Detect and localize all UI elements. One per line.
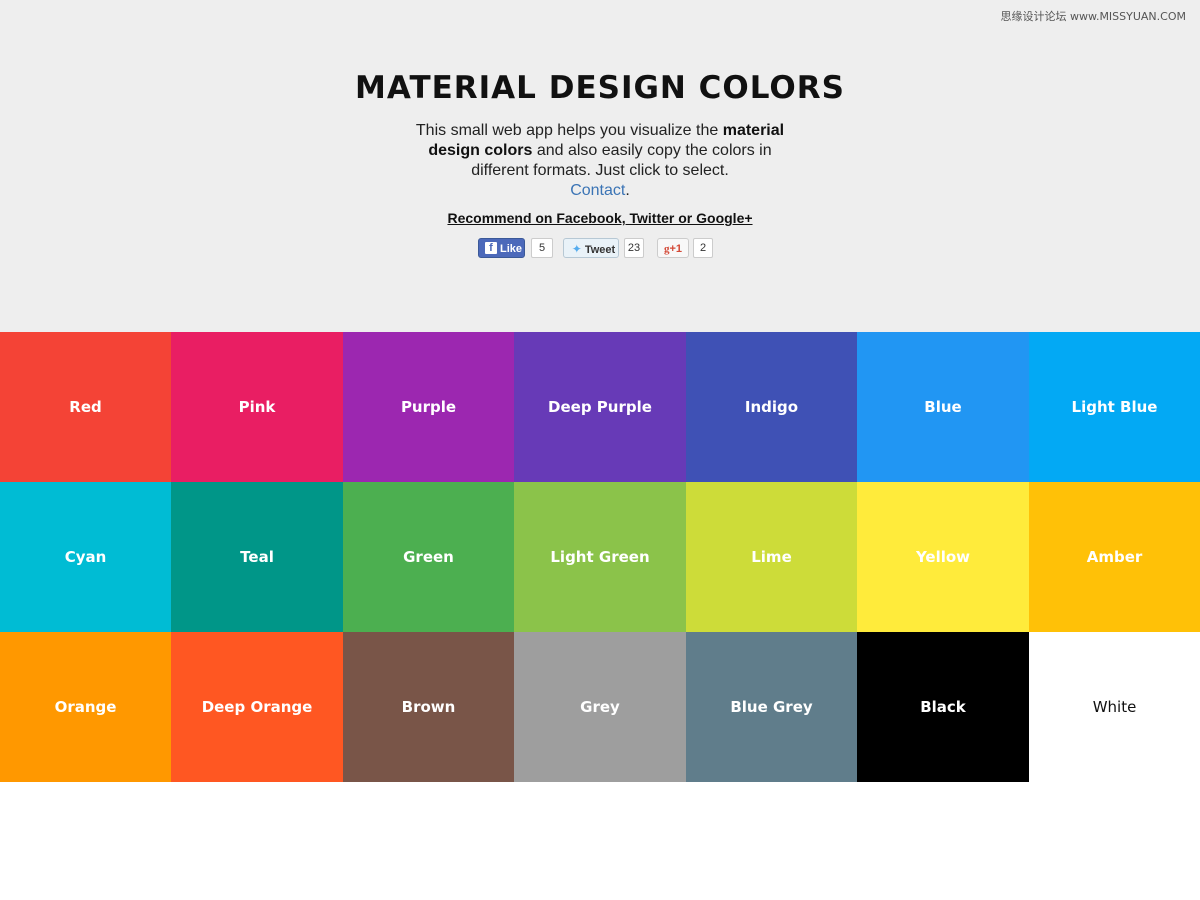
recommend-heading: Recommend on Facebook, Twitter or Google… [0,210,1200,226]
contact-period: . [625,182,630,199]
social-buttons: f Like 5 ✦ Tweet 23 g+1 2 [478,238,728,260]
color-tile-label: Purple [400,398,457,416]
header-section: 思缘设计论坛 www.MISSYUAN.COM MATERIAL DESIGN … [0,0,1200,332]
color-tile-orange[interactable]: Orange [0,632,171,782]
recommend-link[interactable]: Recommend on Facebook, Twitter or Google… [447,210,752,226]
color-tile-label: Lime [751,548,792,566]
color-tile-label: Indigo [744,398,799,416]
color-tile-light-green[interactable]: Light Green [514,482,686,632]
facebook-icon: f [484,242,497,254]
google-plus-button[interactable]: g+1 [657,238,689,258]
color-tile-cyan[interactable]: Cyan [0,482,171,632]
color-tile-label: Yellow [915,548,971,566]
color-tile-label: Pink [238,398,276,416]
color-tile-label: Black [920,698,966,716]
color-tile-green[interactable]: Green [343,482,514,632]
color-grid: Red Pink Purple Deep Purple Indigo Blue Light … [0,332,1200,782]
color-tile-brown[interactable]: Brown [343,632,514,782]
tweet-button[interactable]: ✦ Tweet [563,238,619,258]
color-tile-black[interactable]: Black [857,632,1029,782]
google-plus-count: 2 [693,238,713,258]
color-tile-label: Light Blue [1071,398,1158,416]
color-tile-white[interactable]: White [1029,632,1200,782]
facebook-like-count: 5 [531,238,553,258]
color-tile-deep-purple[interactable]: Deep Purple [514,332,686,482]
color-tile-deep-orange[interactable]: Deep Orange [171,632,343,782]
color-tile-pink[interactable]: Pink [171,332,343,482]
tweet-label: Tweet [584,244,616,256]
page-title: MATERIAL DESIGN COLORS [355,70,845,106]
color-tile-purple[interactable]: Purple [343,332,514,482]
color-tile-label: Brown [401,698,456,716]
watermark-text: 思缘设计论坛 www.MISSYUAN.COM [1000,10,1186,23]
color-tile-indigo[interactable]: Indigo [686,332,857,482]
color-tile-label: Light Green [550,548,650,566]
color-tile-label: Amber [1086,548,1143,566]
color-tile-label: Red [69,398,102,416]
color-tile-label: Green [403,548,454,566]
color-tile-label: White [1092,698,1137,716]
color-tile-label: Orange [54,698,117,716]
color-tile-label: Blue Grey [730,698,813,716]
tweet-count: 23 [624,238,644,258]
google-plus-label: +1 [669,243,683,255]
color-tile-blue[interactable]: Blue [857,332,1029,482]
color-tile-light-blue[interactable]: Light Blue [1029,332,1200,482]
color-tile-amber[interactable]: Amber [1029,482,1200,632]
color-tile-label: Teal [240,548,274,566]
color-tile-label: Cyan [64,548,107,566]
color-tile-teal[interactable]: Teal [171,482,343,632]
color-tile-yellow[interactable]: Yellow [857,482,1029,632]
intro-paragraph: This small web app helps you visualize t… [400,121,800,201]
color-tile-lime[interactable]: Lime [686,482,857,632]
color-tile-label: Blue [924,398,962,416]
color-tile-grey[interactable]: Grey [514,632,686,782]
facebook-like-button[interactable]: f Like [478,238,525,258]
color-tile-label: Deep Purple [548,398,652,416]
contact-link[interactable]: Contact [570,182,625,199]
twitter-bird-icon: ✦ [571,242,582,256]
color-tile-label: Deep Orange [201,698,313,716]
color-tile-red[interactable]: Red [0,332,171,482]
color-tile-blue-grey[interactable]: Blue Grey [686,632,857,782]
intro-text-1: This small web app helps you visualize t… [415,122,719,139]
facebook-like-label: Like [499,243,522,255]
color-tile-label: Grey [580,698,620,716]
